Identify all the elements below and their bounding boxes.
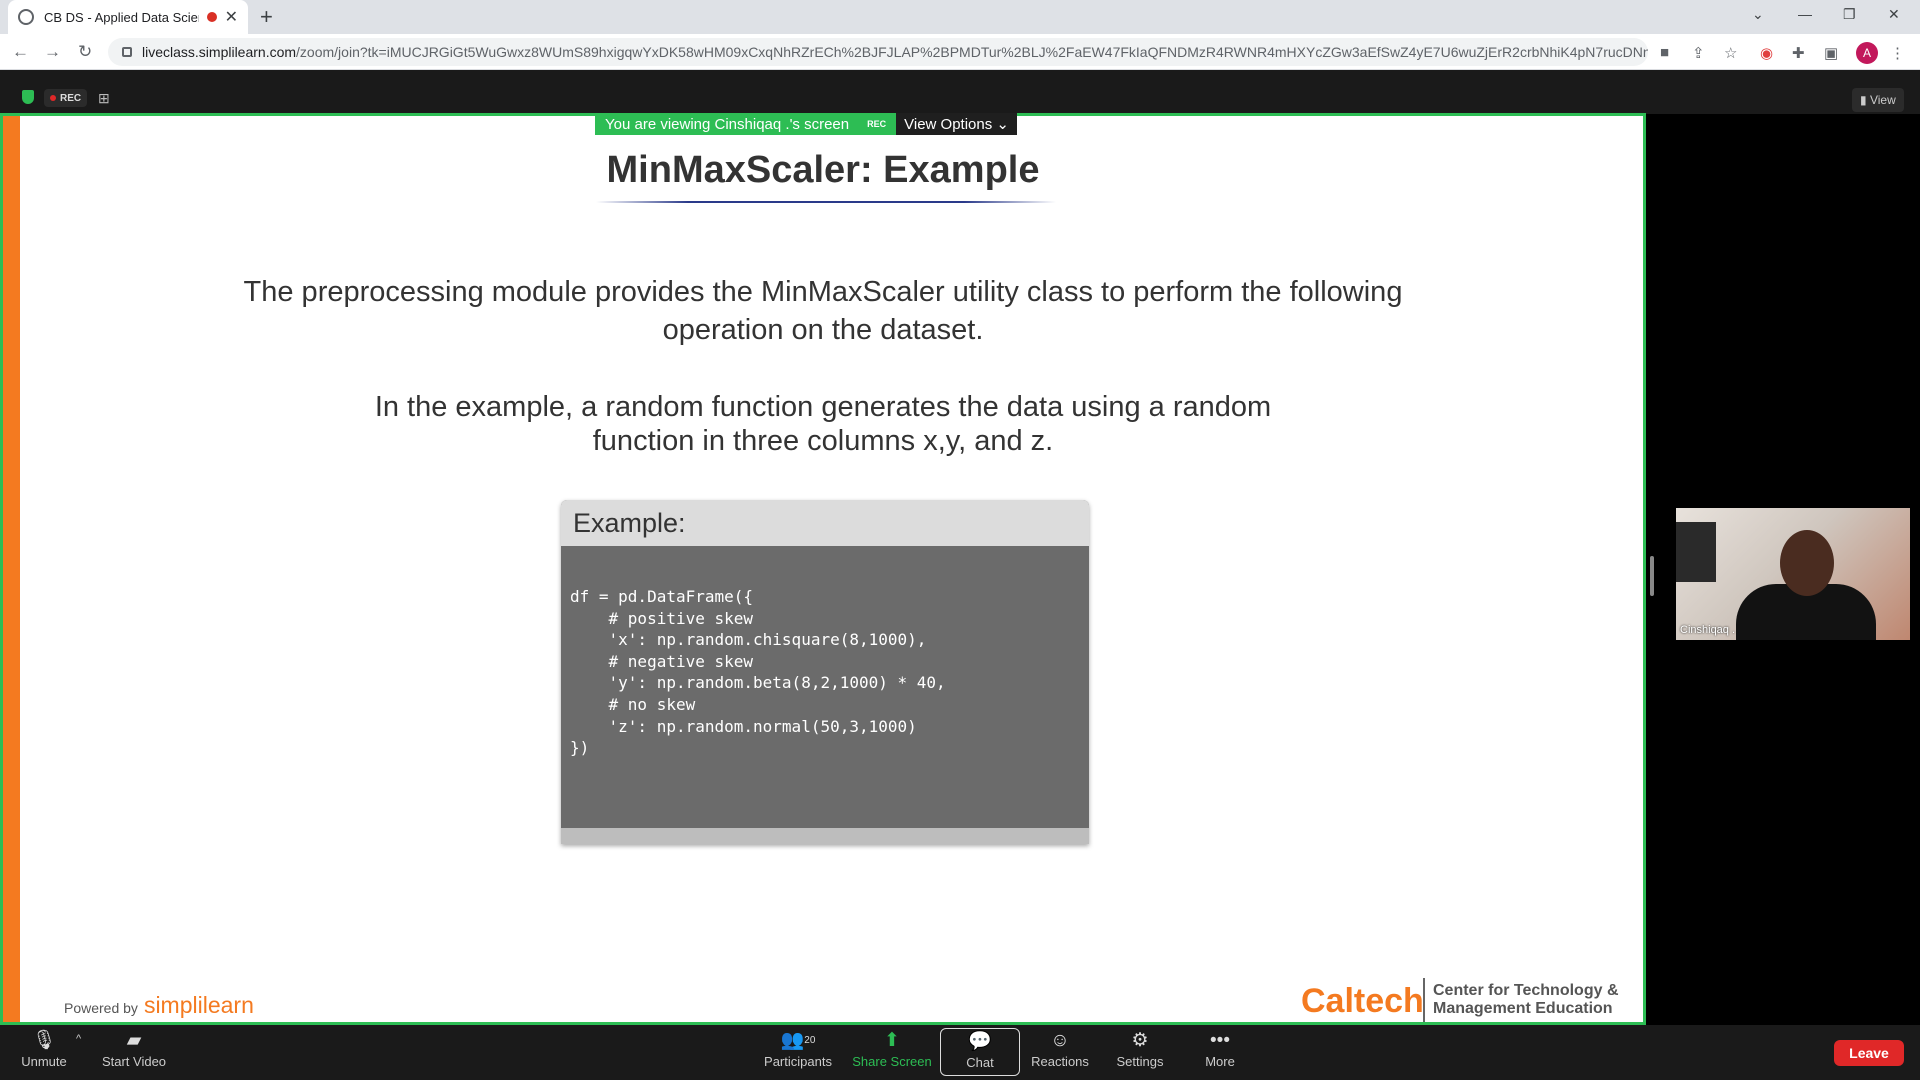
- globe-icon: [18, 9, 34, 25]
- share-screen-icon: ⬆: [884, 1030, 900, 1051]
- camera-icon[interactable]: ■: [1660, 44, 1669, 61]
- caltech-logo: Caltech: [1301, 982, 1424, 1020]
- settings-button[interactable]: ⚙ Settings: [1100, 1028, 1180, 1069]
- forward-icon[interactable]: →: [44, 42, 61, 62]
- slide-paragraph-1: The preprocessing module provides the Mi…: [243, 276, 1403, 346]
- reactions-icon: ☺: [1050, 1030, 1070, 1051]
- puzzle-icon[interactable]: ✚: [1792, 44, 1805, 62]
- participants-count: 20: [804, 1035, 816, 1046]
- cte-line-2: Management Education: [1433, 1000, 1613, 1017]
- bookmark-star-icon[interactable]: ☆: [1724, 44, 1737, 62]
- url-domain: liveclass.simplilearn.com: [142, 44, 297, 60]
- code-block: df = pd.DataFrame({ # positive skew 'x':…: [570, 587, 946, 758]
- back-icon[interactable]: ←: [12, 42, 29, 62]
- tab-search-icon[interactable]: ⌄: [1752, 6, 1764, 23]
- rec-dot-icon: [50, 95, 56, 101]
- share-screen-label: Share Screen: [852, 1054, 932, 1069]
- browser-toolbar: ← → ↻ liveclass.simplilearn.com/zoom/joi…: [0, 34, 1920, 70]
- muted-mic-icon: 🎙: [31, 1030, 57, 1051]
- browser-tab-strip: CB DS - Applied Data Scienc ✕ + ⌄ — ❐ ✕: [0, 0, 1920, 34]
- slide-accent-bar: [3, 116, 20, 1022]
- more-dots-icon: •••: [1210, 1030, 1230, 1051]
- minimize-icon[interactable]: —: [1798, 6, 1812, 22]
- simplilearn-logo: simplilearn: [143, 992, 254, 1018]
- recording-badge[interactable]: REC: [44, 89, 88, 107]
- panel-resize-handle[interactable]: [1650, 556, 1654, 596]
- start-video-label: Start Video: [101, 1054, 167, 1069]
- reload-icon[interactable]: ↻: [78, 42, 92, 62]
- background-shelf: [1676, 522, 1716, 582]
- browser-tab[interactable]: CB DS - Applied Data Scienc ✕: [8, 0, 248, 34]
- viewing-indicator: You are viewing Cinshiqaq .'s screen REC: [595, 113, 897, 135]
- reactions-button[interactable]: ☺ Reactions: [1020, 1028, 1100, 1069]
- tab-title: CB DS - Applied Data Scienc: [44, 9, 199, 25]
- participants-icon: 👥20: [780, 1030, 816, 1051]
- extension-icon[interactable]: ◉: [1760, 44, 1773, 62]
- share-screen-button[interactable]: ⬆ Share Screen: [852, 1028, 932, 1069]
- url-path: /zoom/join?tk=iMUCJRGiGt5WuGwxz8WUmS89hx…: [296, 44, 1648, 60]
- cte-label: Center for Technology & Management Educa…: [1433, 982, 1619, 1018]
- title-underline: [596, 201, 1056, 203]
- recording-icon: [206, 12, 217, 22]
- menu-dots-icon[interactable]: ⋮: [1890, 44, 1905, 62]
- more-button[interactable]: ••• More: [1180, 1028, 1260, 1069]
- unmute-button[interactable]: 🎙 Unmute: [4, 1028, 84, 1069]
- security-shield-icon[interactable]: [22, 90, 34, 104]
- gallery-grid-icon[interactable]: ⊞: [98, 90, 110, 107]
- chat-label: Chat: [966, 1055, 994, 1070]
- powered-by-label: Powered by: [64, 1000, 138, 1016]
- zoom-top-bar: [0, 70, 1920, 114]
- participants-label: Participants: [764, 1054, 832, 1069]
- profile-avatar[interactable]: A: [1856, 42, 1878, 64]
- view-options-label: View Options ⌄: [904, 116, 1009, 133]
- rec-label: REC: [60, 92, 82, 104]
- audio-options-caret-icon[interactable]: ^: [76, 1033, 81, 1045]
- share-icon[interactable]: ⇪: [1692, 44, 1705, 62]
- logo-divider: [1423, 978, 1425, 1022]
- url-text: liveclass.simplilearn.com/zoom/join?tk=i…: [142, 44, 1648, 60]
- reactions-label: Reactions: [1031, 1054, 1089, 1069]
- banner-rec-label: REC: [867, 119, 887, 129]
- participant-head: [1780, 530, 1834, 596]
- lock-icon: [122, 47, 132, 57]
- start-video-button[interactable]: ▰ Start Video: [94, 1028, 174, 1069]
- cte-line-1: Center for Technology &: [1433, 982, 1619, 999]
- gear-icon: ⚙: [1131, 1030, 1149, 1051]
- sidepanel-icon[interactable]: ▣: [1824, 44, 1838, 62]
- settings-label: Settings: [1116, 1054, 1164, 1069]
- slide-paragraph-2: In the example, a random function genera…: [374, 391, 1272, 457]
- viewing-text: You are viewing Cinshiqaq .'s screen: [605, 115, 850, 133]
- view-icon: ▮: [1860, 93, 1870, 107]
- participant-name: Cinshiqaq .: [1680, 624, 1736, 636]
- powered-by: Powered by simplilearn: [64, 992, 254, 1019]
- example-label: Example:: [561, 500, 1089, 546]
- participants-button[interactable]: 👥20 Participants: [758, 1028, 838, 1069]
- example-code-box: Example: df = pd.DataFrame({ # positive …: [561, 500, 1089, 844]
- chat-icon: 💬: [968, 1031, 992, 1052]
- new-tab-button[interactable]: +: [260, 4, 273, 30]
- view-button[interactable]: ▮ View: [1852, 88, 1904, 112]
- code-box-footer: [561, 828, 1089, 844]
- shared-screen: MinMaxScaler: Example The preprocessing …: [0, 113, 1646, 1025]
- window-close-icon[interactable]: ✕: [1888, 6, 1900, 23]
- chat-button[interactable]: 💬 Chat: [940, 1028, 1020, 1076]
- view-options-button[interactable]: View Options ⌄: [896, 113, 1017, 135]
- participant-video[interactable]: Cinshiqaq .: [1676, 508, 1910, 640]
- restore-icon[interactable]: ❐: [1843, 6, 1856, 23]
- address-bar[interactable]: liveclass.simplilearn.com/zoom/join?tk=i…: [108, 38, 1648, 66]
- leave-button[interactable]: Leave: [1834, 1040, 1904, 1066]
- view-label: View: [1869, 93, 1896, 107]
- slide-title: MinMaxScaler: Example: [606, 149, 1040, 191]
- video-off-icon: ▰: [126, 1030, 142, 1051]
- more-label: More: [1205, 1054, 1235, 1069]
- close-tab-icon[interactable]: ✕: [225, 7, 238, 27]
- unmute-label: Unmute: [21, 1054, 67, 1069]
- screen-share-banner: You are viewing Cinshiqaq .'s screen REC …: [595, 113, 1017, 135]
